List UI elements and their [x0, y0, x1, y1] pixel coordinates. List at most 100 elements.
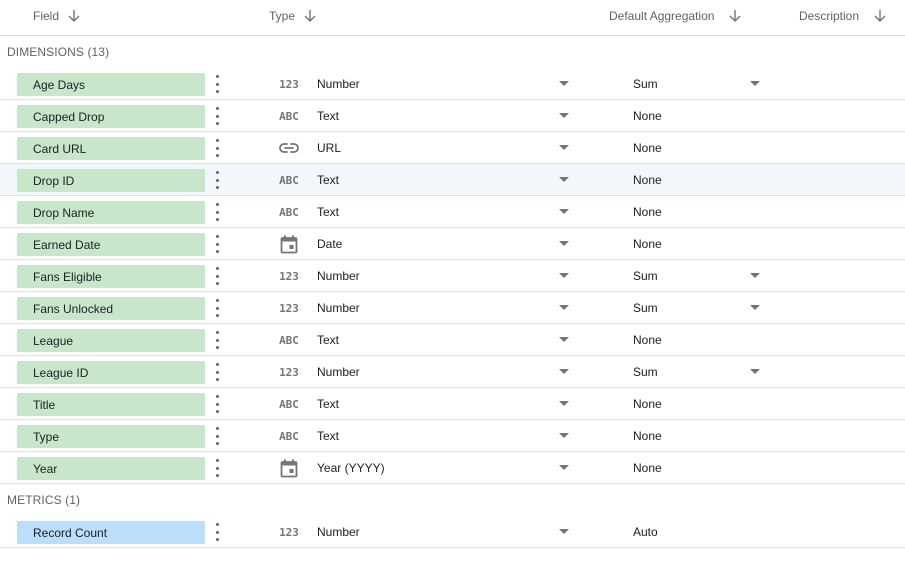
field-name-chip[interactable]: Earned Date [17, 233, 205, 256]
dimension-row[interactable]: Capped Drop ABC Text None [0, 100, 905, 132]
field-type-select[interactable]: Number [317, 356, 360, 388]
sort-arrow-icon[interactable] [67, 9, 81, 23]
field-type-select[interactable]: URL [317, 132, 341, 164]
field-type-select[interactable]: Number [317, 68, 360, 100]
field-type-select[interactable]: Text [317, 196, 339, 228]
type-dropdown-arrow-icon[interactable] [559, 337, 569, 342]
type-dropdown-arrow-icon[interactable] [559, 81, 569, 86]
dimension-row[interactable]: Age Days 123 Number Sum [0, 68, 905, 100]
dimension-row[interactable]: Fans Eligible 123 Number Sum [0, 260, 905, 292]
aggregation-value[interactable]: Sum [633, 292, 658, 324]
dimension-row[interactable]: Year Year (YYYY) None [0, 452, 905, 484]
field-name-chip[interactable]: Type [17, 425, 205, 448]
dimension-row[interactable]: Fans Unlocked 123 Number Sum [0, 292, 905, 324]
aggregation-value: None [633, 397, 662, 411]
number-type-icon: 123 [279, 365, 299, 379]
field-name-chip[interactable]: League ID [17, 361, 205, 384]
type-dropdown-arrow-icon[interactable] [559, 209, 569, 214]
field-name-chip[interactable]: Drop Name [17, 201, 205, 224]
dimension-row[interactable]: Drop ID ABC Text None [0, 164, 905, 196]
field-type-select[interactable]: Text [317, 388, 339, 420]
aggregation-value[interactable]: Sum [633, 260, 658, 292]
type-dropdown-arrow-icon[interactable] [559, 433, 569, 438]
aggregation-value[interactable]: Sum [633, 356, 658, 388]
aggregation-dropdown-arrow-icon[interactable] [750, 81, 760, 86]
number-type-icon: 123 [279, 301, 299, 315]
text-type-icon: ABC [279, 109, 299, 123]
type-dropdown-arrow-icon[interactable] [559, 401, 569, 406]
more-vert-icon[interactable] [214, 459, 220, 477]
more-vert-icon[interactable] [214, 75, 220, 93]
aggregation-value: None [633, 205, 662, 219]
type-dropdown-arrow-icon[interactable] [559, 529, 569, 534]
type-dropdown-arrow-icon[interactable] [559, 305, 569, 310]
header-aggregation-label: Default Aggregation [609, 9, 715, 23]
header-type[interactable]: Type [269, 0, 317, 32]
more-vert-icon[interactable] [214, 235, 220, 253]
more-vert-icon[interactable] [214, 299, 220, 317]
sort-arrow-icon[interactable] [873, 9, 887, 23]
dimension-row[interactable]: Drop Name ABC Text None [0, 196, 905, 228]
more-vert-icon[interactable] [214, 139, 220, 157]
sort-arrow-icon[interactable] [728, 9, 742, 23]
dimension-row[interactable]: League ID 123 Number Sum [0, 356, 905, 388]
more-vert-icon[interactable] [214, 523, 220, 541]
aggregation-dropdown-arrow-icon[interactable] [750, 273, 760, 278]
more-vert-icon[interactable] [214, 427, 220, 445]
field-type-select[interactable]: Text [317, 324, 339, 356]
aggregation-value: None [633, 461, 662, 475]
field-type-select[interactable]: Text [317, 164, 339, 196]
more-vert-icon[interactable] [214, 395, 220, 413]
field-name-chip[interactable]: Year [17, 457, 205, 480]
dimension-row[interactable]: Type ABC Text None [0, 420, 905, 452]
more-vert-icon[interactable] [214, 171, 220, 189]
type-dropdown-arrow-icon[interactable] [559, 241, 569, 246]
field-type-select[interactable]: Number [317, 516, 360, 548]
aggregation-value: None [633, 141, 662, 155]
dimension-row[interactable]: League ABC Text None [0, 324, 905, 356]
field-name-chip[interactable]: Title [17, 393, 205, 416]
sort-arrow-icon[interactable] [303, 9, 317, 23]
field-type-select[interactable]: Text [317, 420, 339, 452]
more-vert-icon[interactable] [214, 203, 220, 221]
field-name-chip[interactable]: League [17, 329, 205, 352]
header-type-label: Type [269, 9, 296, 23]
field-name-chip[interactable]: Capped Drop [17, 105, 205, 128]
more-vert-icon[interactable] [214, 267, 220, 285]
dimension-row[interactable]: Earned Date Date None [0, 228, 905, 260]
header-field[interactable]: Field [33, 0, 81, 32]
metric-row[interactable]: Record Count 123 Number Auto [0, 516, 905, 548]
aggregation-dropdown-arrow-icon[interactable] [750, 369, 760, 374]
type-dropdown-arrow-icon[interactable] [559, 273, 569, 278]
field-type-select[interactable]: Date [317, 228, 342, 260]
field-name-chip[interactable]: Age Days [17, 73, 205, 96]
text-type-icon: ABC [279, 397, 299, 411]
type-dropdown-arrow-icon[interactable] [559, 369, 569, 374]
field-type-select[interactable]: Text [317, 100, 339, 132]
field-name-chip[interactable]: Fans Eligible [17, 265, 205, 288]
field-name-chip[interactable]: Card URL [17, 137, 205, 160]
field-type-select[interactable]: Number [317, 292, 360, 324]
type-dropdown-arrow-icon[interactable] [559, 465, 569, 470]
field-name-chip[interactable]: Drop ID [17, 169, 205, 192]
more-vert-icon[interactable] [214, 331, 220, 349]
more-vert-icon[interactable] [214, 363, 220, 381]
field-name-chip[interactable]: Record Count [17, 521, 205, 544]
field-name-chip[interactable]: Fans Unlocked [17, 297, 205, 320]
type-dropdown-arrow-icon[interactable] [559, 145, 569, 150]
type-dropdown-arrow-icon[interactable] [559, 113, 569, 118]
field-type-select[interactable]: Number [317, 260, 360, 292]
text-type-icon: ABC [279, 173, 299, 187]
more-vert-icon[interactable] [214, 107, 220, 125]
number-type-icon: 123 [279, 525, 299, 539]
aggregation-value: None [633, 109, 662, 123]
aggregation-dropdown-arrow-icon[interactable] [750, 305, 760, 310]
field-type-select[interactable]: Year (YYYY) [317, 452, 385, 484]
header-description[interactable]: Description [799, 0, 887, 32]
aggregation-value[interactable]: Sum [633, 68, 658, 100]
number-type-icon: 123 [279, 269, 299, 283]
header-aggregation[interactable]: Default Aggregation [609, 0, 742, 32]
dimension-row[interactable]: Card URL URL None [0, 132, 905, 164]
dimension-row[interactable]: Title ABC Text None [0, 388, 905, 420]
type-dropdown-arrow-icon[interactable] [559, 177, 569, 182]
